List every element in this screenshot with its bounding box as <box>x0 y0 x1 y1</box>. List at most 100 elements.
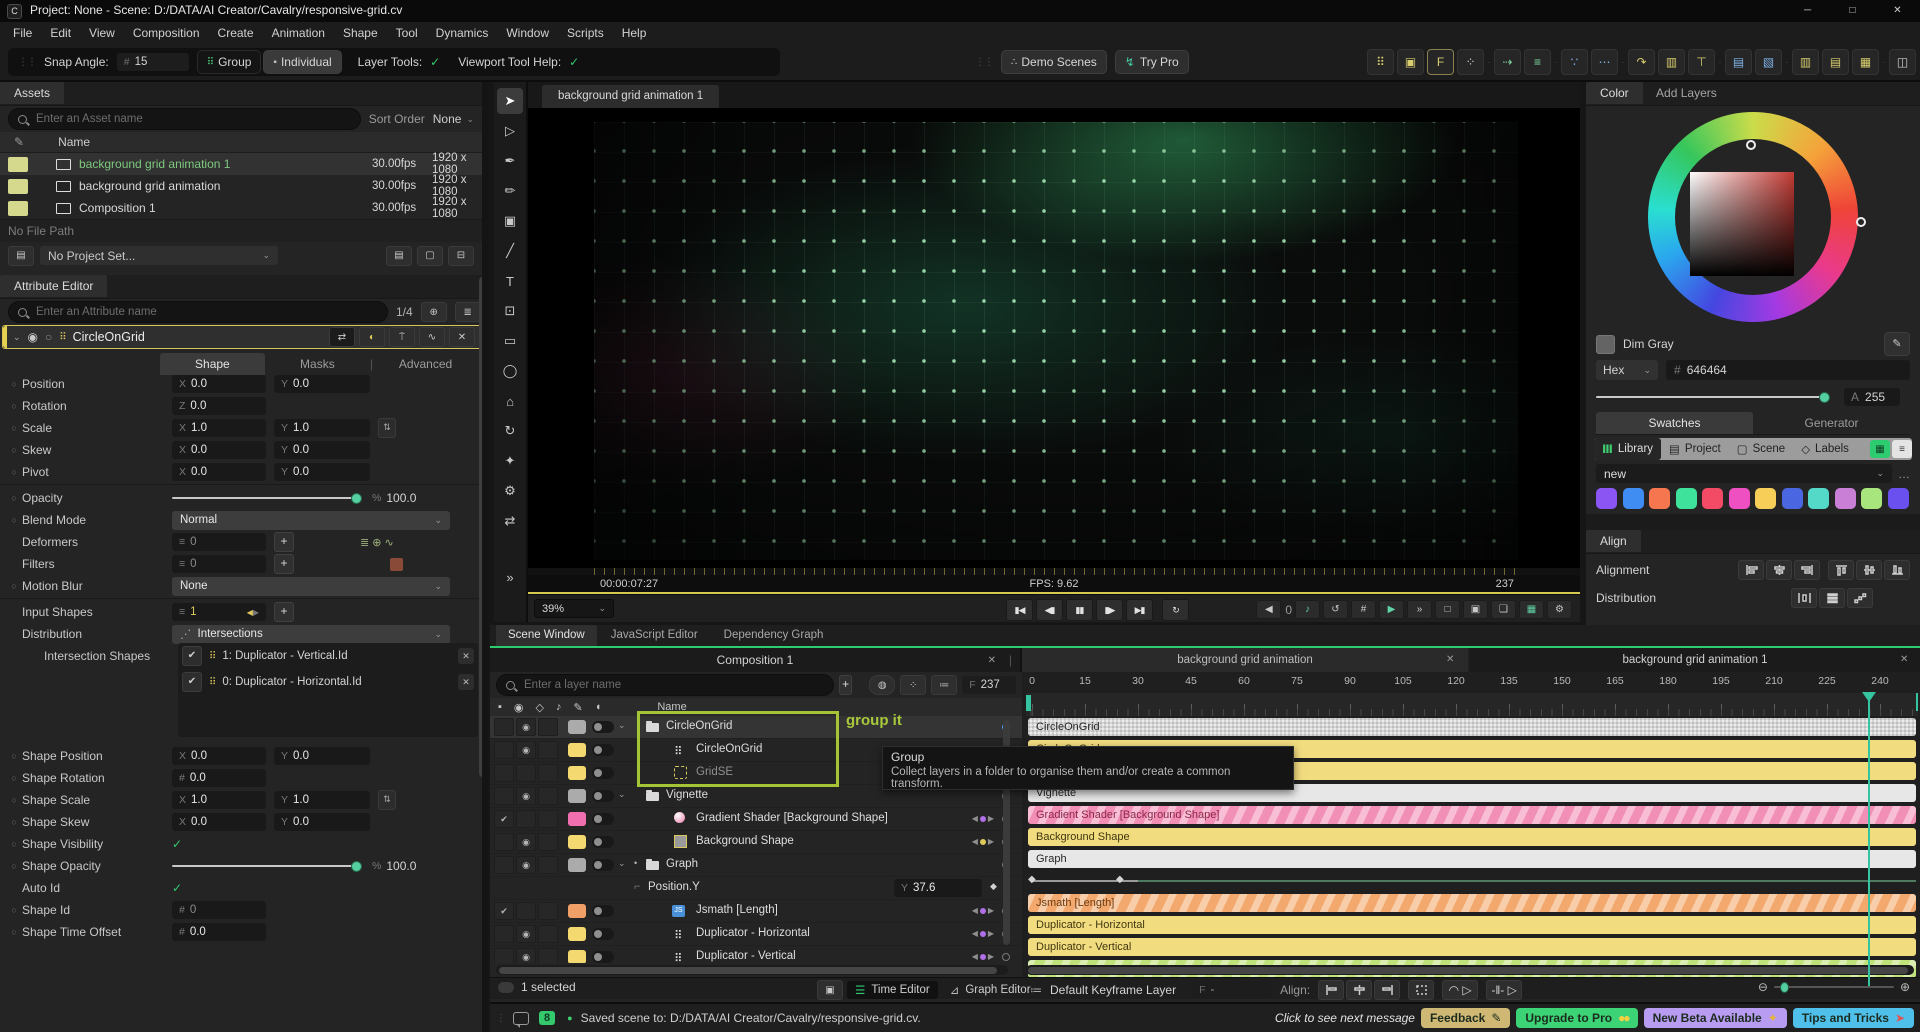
keyframe-frame-field[interactable]: F- <box>1192 981 1272 999</box>
menu-tool[interactable]: Tool <box>387 26 427 40</box>
expand-chevron-icon[interactable]: ⌄ <box>618 789 626 800</box>
timeline-hscrollbar[interactable] <box>1026 965 1914 975</box>
layer-tools-checkbox[interactable]: ✓ <box>430 55 440 69</box>
skew-x-field[interactable]: X0.0 <box>172 441 266 459</box>
layer-color-chip[interactable] <box>568 812 586 826</box>
expand-strip-icon[interactable]: » <box>497 564 523 590</box>
camera-tool-icon[interactable]: ▣ <box>497 208 523 234</box>
frame-tool-icon[interactable]: F <box>1427 49 1454 75</box>
grid-overlay-icon[interactable]: # <box>1351 600 1376 619</box>
timeline-tab[interactable]: background grid animation <box>1022 648 1468 672</box>
alpha-field[interactable]: A255 <box>1844 388 1900 406</box>
new-beta-button[interactable]: New Beta Available✦ <box>1644 1008 1787 1028</box>
grid-layout3-tool-icon[interactable]: ▦ <box>1852 49 1879 75</box>
keyframe-toggle[interactable]: ○ <box>6 861 22 871</box>
fast-forward-icon[interactable]: » <box>1407 600 1432 619</box>
project-set-select[interactable]: No Project Set...⌄ <box>40 246 278 265</box>
source-scene[interactable]: ▢Scene <box>1729 438 1793 460</box>
feedback-button[interactable]: Feedback✎ <box>1421 1008 1510 1028</box>
shape-position-x-field[interactable]: X0.0 <box>172 747 266 765</box>
nav-arrows[interactable]: ◀▶ <box>972 929 994 938</box>
pin-icon[interactable]: ⍑ <box>389 327 415 347</box>
nav-arrows[interactable]: ◀▶ <box>972 814 994 823</box>
asset-name[interactable]: Composition 1 <box>79 201 156 215</box>
layer-toggle[interactable] <box>592 836 614 848</box>
keyframe-toggle[interactable]: ○ <box>6 515 22 525</box>
menu-animation[interactable]: Animation <box>263 26 334 40</box>
position-y-field[interactable]: Y0.0 <box>274 375 370 393</box>
nav-arrows[interactable]: ◀▶ <box>972 952 994 961</box>
visibility-eye-icon[interactable]: ◉ <box>28 330 38 344</box>
list-view-icon[interactable]: ≡ <box>1892 440 1912 458</box>
keyframe-toggle[interactable]: ○ <box>6 927 22 937</box>
menu-scripts[interactable]: Scripts <box>558 26 613 40</box>
attribute-scrollbar[interactable] <box>479 277 486 777</box>
blend-mode-select[interactable]: Normal⌄ <box>172 511 450 530</box>
grid-view-icon[interactable]: ▦ <box>1870 440 1890 458</box>
layer-toggle[interactable] <box>592 859 614 871</box>
pause-button[interactable]: ▮▮ <box>1066 599 1093 621</box>
item-check-icon[interactable]: ✔ <box>182 672 202 692</box>
viewport-canvas[interactable] <box>528 108 1580 568</box>
layer-row[interactable]: ✔ Gradient Shader [Background Shape] ◀▶ <box>490 808 1022 831</box>
playbar-icon[interactable]: ▶ <box>1379 600 1404 619</box>
shape-rotation-field[interactable]: #0.0 <box>172 769 266 787</box>
align-left-icon[interactable] <box>1738 560 1764 580</box>
work-area-start-marker[interactable] <box>1026 695 1031 711</box>
step-forward-button[interactable]: ▮▶ <box>1096 599 1123 621</box>
node-graph-icon[interactable]: ≣ <box>455 302 481 322</box>
menu-shape[interactable]: Shape <box>334 26 387 40</box>
layer-toggle[interactable] <box>592 744 614 756</box>
message-bubble-icon[interactable] <box>513 1012 529 1025</box>
text-tool-icon[interactable]: T <box>497 268 523 294</box>
layer-search-input[interactable] <box>522 678 824 692</box>
close-timeline-tab-icon[interactable]: ✕ <box>1446 654 1454 665</box>
tab-javascript-editor[interactable]: JavaScript Editor <box>599 625 710 646</box>
scale-x-field[interactable]: X1.0 <box>172 419 266 437</box>
swatch[interactable] <box>1808 488 1829 509</box>
keyframe-toggle[interactable]: ○ <box>6 905 22 915</box>
shape-skew-x-field[interactable]: X0.0 <box>172 813 266 831</box>
layer-color-chip[interactable] <box>568 720 586 734</box>
tab-masks[interactable]: Masks <box>265 353 370 375</box>
tab-dependency-graph[interactable]: Dependency Graph <box>712 625 836 646</box>
layer-toggle[interactable] <box>592 813 614 825</box>
layout-bottom-tool-icon[interactable]: ▧ <box>1755 49 1782 75</box>
swatch[interactable] <box>1596 488 1617 509</box>
skip-to-start-button[interactable]: ▮◀ <box>1006 599 1033 621</box>
swatch[interactable] <box>1649 488 1670 509</box>
dot-grid-tool-icon[interactable]: ⠿ <box>1367 49 1394 75</box>
asset-search-input[interactable] <box>34 112 351 126</box>
eye-icon[interactable]: ◉ <box>516 718 536 736</box>
tab-align[interactable]: Align <box>1586 530 1641 552</box>
expand-chevron-icon[interactable]: ⌄ <box>618 858 626 869</box>
zoom-in-icon[interactable]: ⊕ <box>1900 980 1910 994</box>
try-pro-button[interactable]: ↯Try Pro <box>1115 50 1189 74</box>
add-deformer-button[interactable]: + <box>274 532 294 552</box>
node-editor-icon[interactable]: ⇄ <box>329 327 355 347</box>
menu-edit[interactable]: Edit <box>41 26 80 40</box>
intersection-item[interactable]: ✔⠿1: Duplicator - Vertical.Id✕ <box>178 643 478 669</box>
dots-row-tool-icon[interactable]: ⋯ <box>1591 49 1618 75</box>
layer-color-chip[interactable] <box>568 927 586 941</box>
shape-position-y-field[interactable]: Y0.0 <box>274 747 370 765</box>
property-row[interactable]: ⌐ Position.Y Y37.6 ◆ ▷ <box>490 877 1022 900</box>
layer-row[interactable]: ◉ Background Shape ◀▶ <box>490 831 1022 854</box>
shape-opacity-value[interactable]: 100.0 <box>386 859 416 873</box>
track-bar[interactable]: Gradient Shader [Background Shape] <box>1028 806 1916 824</box>
align-right-icon[interactable] <box>1794 560 1820 580</box>
work-area-end-marker[interactable] <box>1916 693 1918 711</box>
layer-name[interactable]: Vignette <box>666 789 708 801</box>
color-mode-select[interactable]: Hex⌄ <box>1596 360 1658 380</box>
pen-tool-icon[interactable]: ✒ <box>497 148 523 174</box>
kf-box-icon[interactable] <box>1408 980 1434 1000</box>
keyframe-toggle[interactable]: ○ <box>6 773 22 783</box>
frame-field[interactable]: F237 <box>962 676 1016 694</box>
kf-hold-icon[interactable]: -‖- ▷ <box>1486 980 1522 1000</box>
swatch[interactable] <box>1729 488 1750 509</box>
layer-toggle[interactable] <box>592 928 614 940</box>
track-bar[interactable]: Duplicator - Vertical <box>1028 938 1916 956</box>
asset-search[interactable] <box>8 108 361 130</box>
enabled-check-icon[interactable]: ✔ <box>494 810 514 828</box>
swatch[interactable] <box>1755 488 1776 509</box>
